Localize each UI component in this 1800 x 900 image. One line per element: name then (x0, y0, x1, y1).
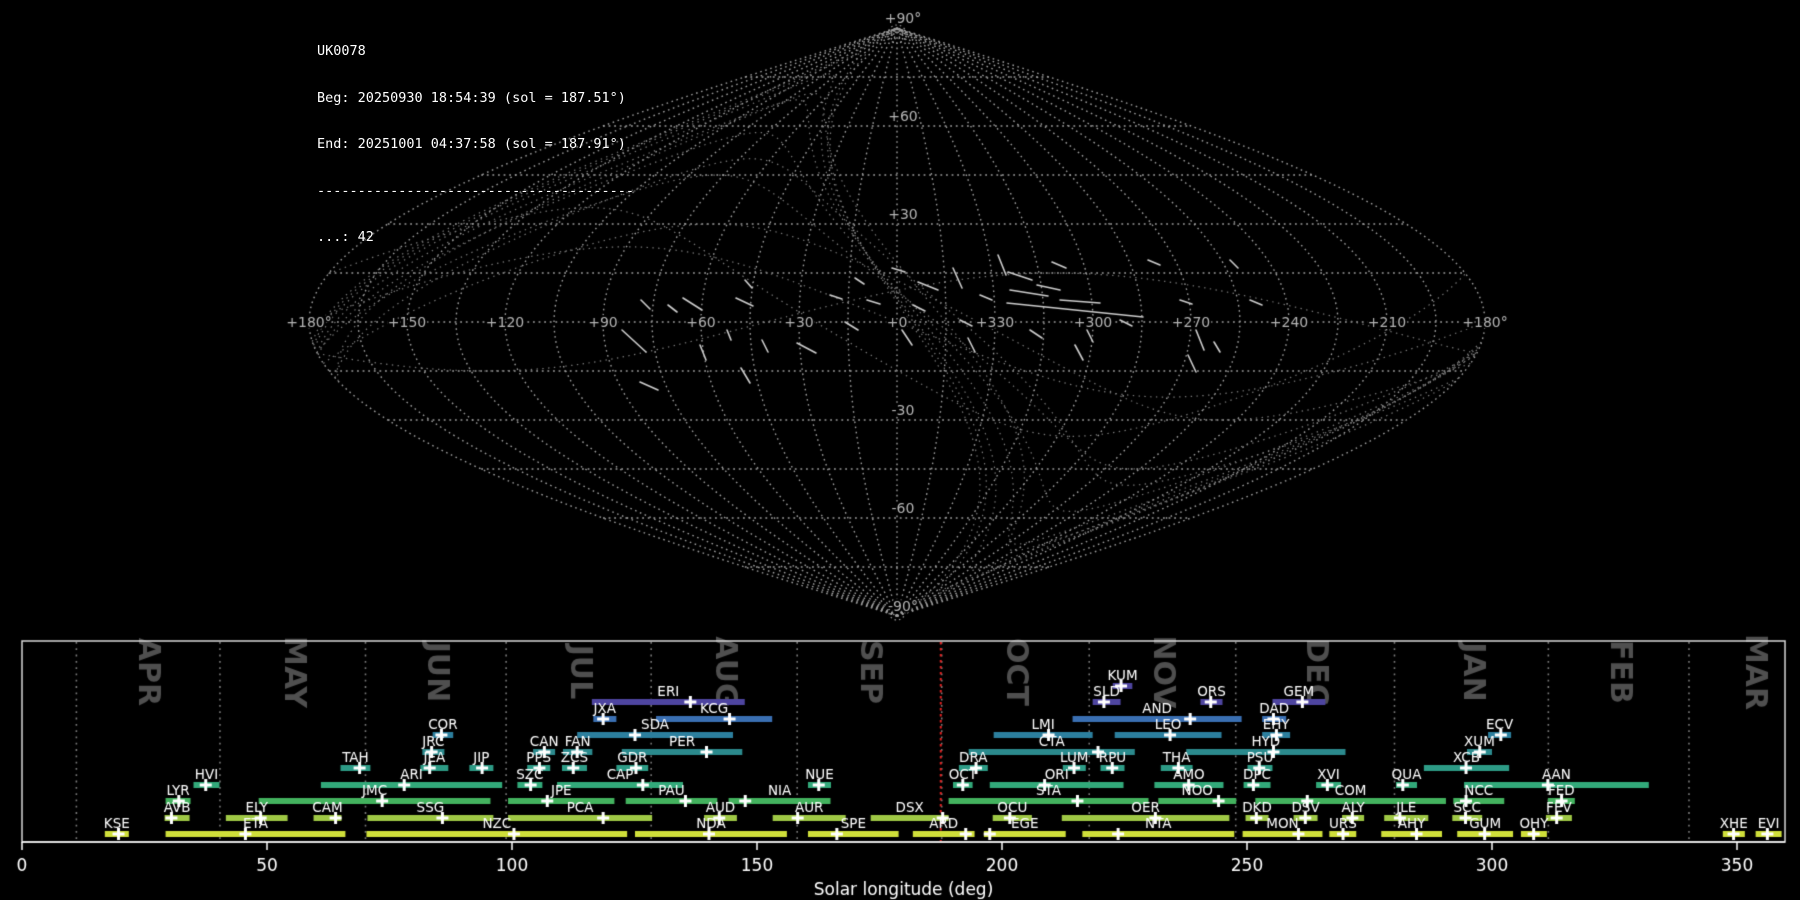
station-id: UK0078 (317, 43, 366, 59)
begin-time-line: Beg: 20250930 18:54:39 (sol = 187.51°) (317, 89, 626, 106)
observation-header: UK0078 Beg: 20250930 18:54:39 (sol = 187… (317, 13, 634, 277)
end-time-line: End: 20251001 04:37:58 (sol = 187.91°) (317, 136, 626, 152)
meteor-station-screen: { "header": { "station": "UK0078", "beg_… (0, 0, 1800, 900)
meteor-count-line: ...: 42 (317, 229, 374, 245)
shower-activity-timeline-canvas (0, 0, 1800, 900)
header-separator: --------------------------------------- (317, 182, 634, 199)
